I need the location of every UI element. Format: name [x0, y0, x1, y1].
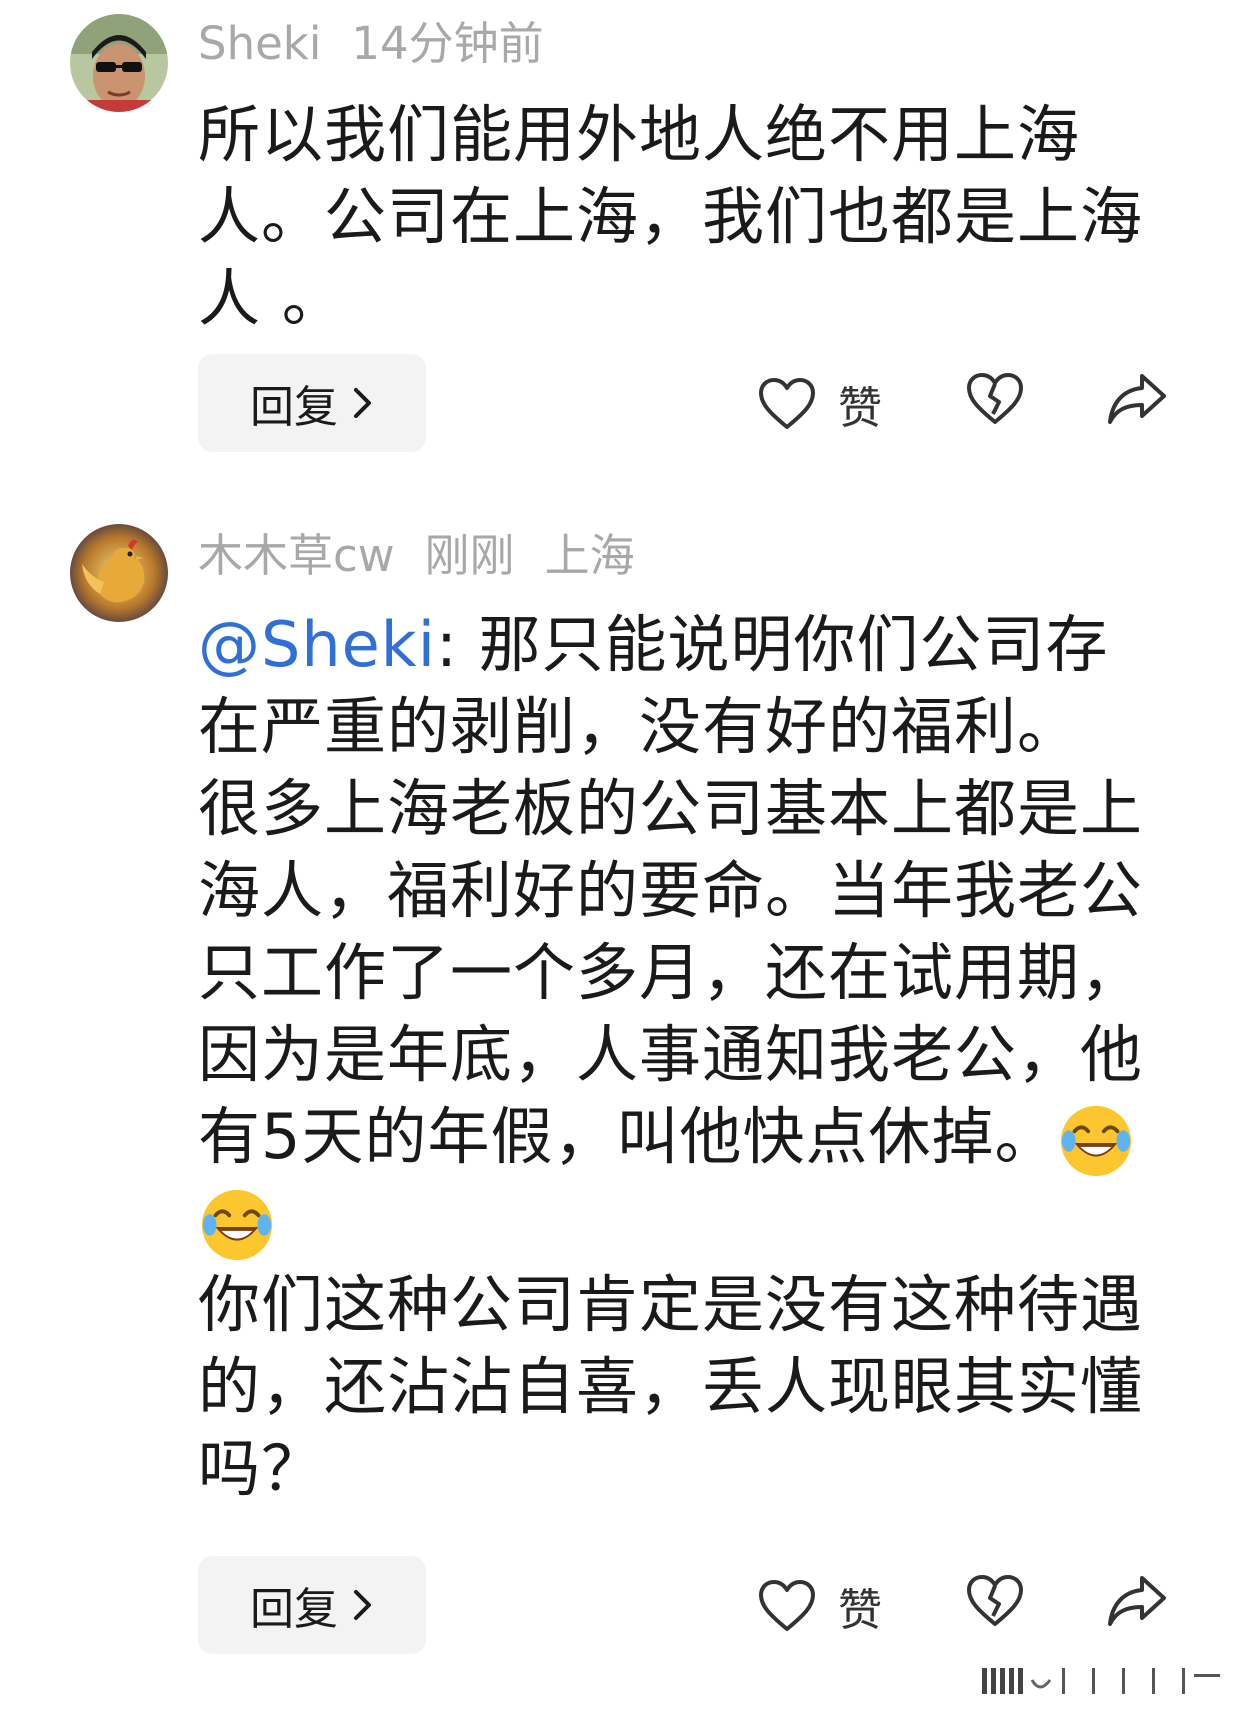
dislike-button[interactable] [966, 372, 1024, 426]
comment-paragraph: @Sheki: 那只能说明你们公司存在严重的剥削，没有好的福利。 [198, 604, 1158, 768]
watermark [982, 1662, 1222, 1700]
location: 上海 [544, 529, 635, 582]
comment-text: 所以我们能用外地人绝不用上海人。公司在上海，我们也都是上海人 。 [198, 94, 1158, 340]
reply-button[interactable]: 回复 [198, 1556, 426, 1654]
avatar[interactable] [70, 524, 168, 622]
like-button[interactable]: 赞 [758, 372, 882, 436]
share-button[interactable] [1106, 372, 1168, 426]
mention-link[interactable]: @Sheki [198, 608, 436, 681]
chevron-right-icon [354, 388, 371, 418]
laughing-crying-emoji-icon [201, 1189, 273, 1260]
laughing-crying-emoji-icon [1061, 1105, 1132, 1177]
heart-icon [759, 378, 815, 429]
reply-label: 回复 [250, 382, 338, 433]
comment-meta: Sheki 14分钟前 [198, 16, 574, 72]
broken-heart-icon [967, 373, 1023, 424]
comment-text-content: 很多上海老板的公司基本上都是上海人，福利好的要命。当年我老公只工作了一个多月，还… [198, 772, 1144, 1173]
avatar[interactable] [70, 14, 168, 112]
share-button[interactable] [1106, 1574, 1168, 1628]
comment-paragraph: 你们这种公司肯定是没有这种待遇的，还沾沾自喜，丢人现眼其实懂吗？ [198, 1264, 1158, 1510]
share-icon [1108, 1576, 1166, 1626]
broken-heart-icon [967, 1575, 1023, 1626]
timestamp: 刚刚 [424, 529, 515, 582]
dislike-button[interactable] [966, 1574, 1024, 1628]
comment-meta: 木木草cw 刚刚 上海 [198, 528, 665, 584]
comment-text-content: 你们这种公司肯定是没有这种待遇的，还沾沾自喜，丢人现眼其实懂吗？ [198, 1267, 1144, 1505]
chevron-right-icon [354, 1590, 371, 1620]
like-label: 赞 [838, 1585, 882, 1636]
share-icon [1108, 374, 1166, 424]
username[interactable]: Sheki [198, 17, 321, 70]
username[interactable]: 木木草cw [198, 529, 395, 582]
comment-text: @Sheki: 那只能说明你们公司存在严重的剥削，没有好的福利。 很多上海老板的… [198, 604, 1158, 1510]
like-button[interactable]: 赞 [758, 1574, 882, 1638]
reply-button[interactable]: 回复 [198, 354, 426, 452]
barcode-watermark-icon [982, 1668, 1220, 1694]
like-label: 赞 [838, 383, 882, 434]
timestamp: 14分钟前 [351, 17, 544, 70]
reply-label: 回复 [250, 1584, 338, 1635]
comment-paragraph: 很多上海老板的公司基本上都是上海人，福利好的要命。当年我老公只工作了一个多月，还… [198, 768, 1158, 1264]
comment-text-content: 所以我们能用外地人绝不用上海人。公司在上海，我们也都是上海人 。 [198, 98, 1144, 335]
heart-icon [759, 1580, 815, 1631]
